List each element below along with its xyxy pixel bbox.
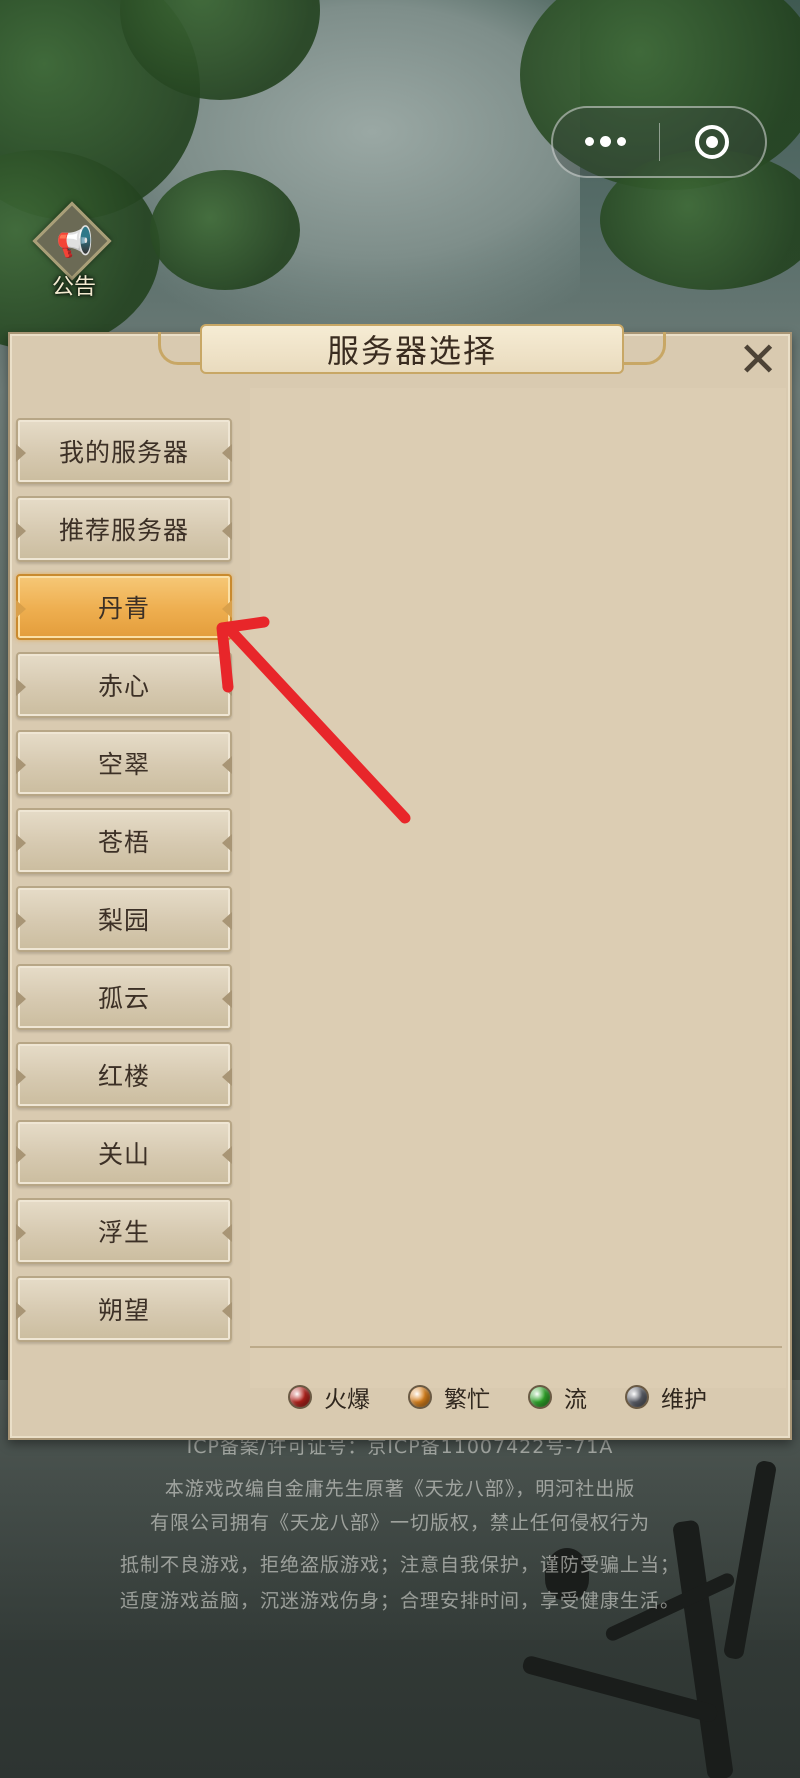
copyright-line: 有限公司拥有《天龙八部》一切版权，禁止任何侵权行为 [149,1512,650,1534]
dead-tree [521,1654,719,1724]
server-tab-label: 梨园 [97,906,150,935]
close-x-icon: ✕ [738,332,779,388]
server-tab-honglou[interactable]: 红楼 [16,1042,232,1108]
megaphone-icon: 📢 [56,225,94,260]
miniprogram-capsule [551,106,767,178]
server-tab-label: 浮生 [97,1218,150,1247]
status-legend: 火爆 繁忙 流 维护 [288,1380,707,1414]
target-icon [695,125,730,159]
server-list: 我的服务器 推荐服务器 丹青 赤心 空翠 苍梧 梨园 孤云 红楼 关山 浮生 朔… [16,418,236,1354]
exit-button[interactable] [660,108,766,176]
server-tab-recommended[interactable]: 推荐服务器 [16,496,232,562]
legend-label: 繁忙 [444,1387,490,1413]
legend-item-hot: 火爆 [288,1380,370,1414]
dialog-title-plate: 服务器选择 [158,324,666,374]
server-tab-label: 孤云 [97,984,150,1013]
server-tab-label: 赤心 [97,672,150,701]
more-button[interactable] [553,108,659,176]
server-tab-guanshan[interactable]: 关山 [16,1120,232,1186]
copyright-line: 本游戏改编自金庸先生原著《天龙八部》，明河社出版 [164,1478,636,1500]
server-tab-liyuan[interactable]: 梨园 [16,886,232,952]
server-tab-label: 红楼 [97,1062,150,1091]
tree-foliage [150,170,300,290]
ellipsis-icon [585,136,627,147]
status-dot-icon [288,1385,312,1409]
legend-divider [250,1346,782,1348]
server-tab-label: 丹青 [97,594,150,623]
server-tab-label: 空翠 [97,750,150,779]
status-dot-icon [408,1385,432,1409]
announcement-button[interactable]: 📢 公告 [32,201,122,305]
health-notice-line: 适度游戏益脑，沉迷游戏伤身；合理安排时间，享受健康生活。 [119,1590,680,1612]
legend-label: 火爆 [324,1387,370,1413]
server-tab-danqing[interactable]: 丹青 [16,574,232,640]
server-tab-label: 朔望 [97,1296,150,1325]
server-tab-shuowang[interactable]: 朔望 [16,1276,232,1342]
server-tab-chixin[interactable]: 赤心 [16,652,232,718]
server-tab-guyun[interactable]: 孤云 [16,964,232,1030]
legend-item-smooth: 流 [528,1380,587,1414]
announcement-label: 公告 [52,275,97,300]
server-tab-fusheng[interactable]: 浮生 [16,1198,232,1264]
server-tab-mine[interactable]: 我的服务器 [16,418,232,484]
dialog-title: 服务器选择 [326,332,497,370]
legend-label: 流 [564,1387,587,1413]
legend-item-maintenance: 维护 [625,1380,707,1414]
close-button[interactable]: ✕ [738,336,778,384]
server-tab-label: 苍梧 [97,828,150,857]
server-detail-area [250,388,786,1388]
status-dot-icon [528,1385,552,1409]
server-tab-kongcui[interactable]: 空翠 [16,730,232,796]
legend-label: 维护 [661,1387,707,1413]
server-tab-label: 关山 [97,1140,150,1169]
status-dot-icon [625,1385,649,1409]
health-notice-line: 抵制不良游戏，拒绝盗版游戏；注意自我保护，谨防受骗上当； [119,1554,680,1576]
server-select-dialog: 服务器选择 ✕ 我的服务器 推荐服务器 丹青 赤心 空翠 苍梧 梨园 孤云 红楼… [8,324,792,1440]
server-tab-label: 推荐服务器 [58,516,189,545]
legend-item-busy: 繁忙 [408,1380,490,1414]
server-tab-label: 我的服务器 [58,438,189,467]
server-tab-cangwu[interactable]: 苍梧 [16,808,232,874]
